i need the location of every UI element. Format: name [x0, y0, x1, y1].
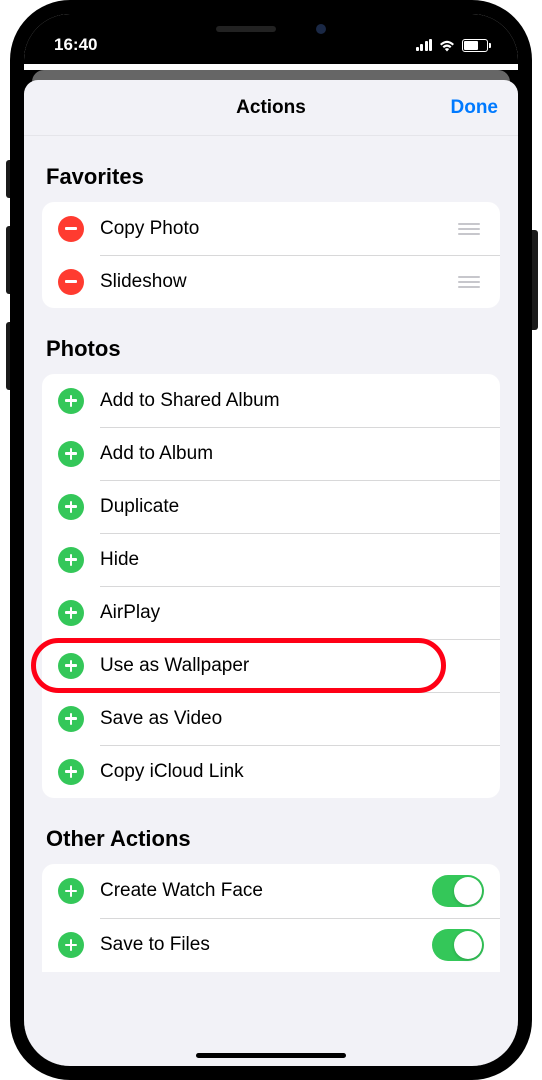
- photos-row-duplicate[interactable]: Duplicate: [42, 480, 500, 533]
- favorites-header: Favorites: [46, 164, 500, 190]
- other-row-save-to-files[interactable]: Save to Files: [42, 918, 500, 972]
- photos-card: Add to Shared Album Add to Album Duplica…: [42, 374, 500, 798]
- actions-sheet: Actions Done Favorites Copy Photo: [24, 80, 518, 1066]
- add-icon[interactable]: [58, 494, 84, 520]
- row-label: Use as Wallpaper: [100, 655, 484, 677]
- nav-title: Actions: [236, 97, 306, 119]
- wifi-icon: [438, 39, 456, 52]
- add-icon[interactable]: [58, 547, 84, 573]
- row-label: AirPlay: [100, 602, 484, 624]
- add-icon[interactable]: [58, 600, 84, 626]
- row-label: Create Watch Face: [100, 880, 432, 902]
- status-icons: [416, 39, 489, 52]
- row-label: Copy iCloud Link: [100, 761, 484, 783]
- add-icon[interactable]: [58, 932, 84, 958]
- other-actions-header: Other Actions: [46, 826, 500, 852]
- other-row-create-watch-face[interactable]: Create Watch Face: [42, 864, 500, 918]
- row-label: Add to Album: [100, 443, 484, 465]
- row-label: Save to Files: [100, 934, 432, 956]
- photos-row-copy-icloud-link[interactable]: Copy iCloud Link: [42, 745, 500, 798]
- photos-row-add-shared-album[interactable]: Add to Shared Album: [42, 374, 500, 427]
- remove-icon[interactable]: [58, 269, 84, 295]
- toggle-switch[interactable]: [432, 929, 484, 961]
- notch: [161, 14, 381, 44]
- toggle-switch[interactable]: [432, 875, 484, 907]
- favorites-card: Copy Photo Slideshow: [42, 202, 500, 308]
- add-icon[interactable]: [58, 653, 84, 679]
- nav-header: Actions Done: [24, 80, 518, 136]
- front-camera: [316, 24, 326, 34]
- add-icon[interactable]: [58, 388, 84, 414]
- reorder-handle-icon[interactable]: [454, 219, 484, 239]
- add-icon[interactable]: [58, 878, 84, 904]
- add-icon[interactable]: [58, 759, 84, 785]
- favorites-row-copy-photo[interactable]: Copy Photo: [42, 202, 500, 255]
- row-label: Hide: [100, 549, 484, 571]
- add-icon[interactable]: [58, 706, 84, 732]
- other-actions-card: Create Watch Face Save to Files: [42, 864, 500, 972]
- signal-icon: [416, 39, 433, 51]
- add-icon[interactable]: [58, 441, 84, 467]
- phone-frame: 16:40 Actions Done: [10, 0, 532, 1080]
- row-label: Slideshow: [100, 271, 454, 293]
- screen: 16:40 Actions Done: [24, 14, 518, 1066]
- photos-row-add-album[interactable]: Add to Album: [42, 427, 500, 480]
- status-time: 16:40: [54, 35, 97, 55]
- reorder-handle-icon[interactable]: [454, 272, 484, 292]
- row-label: Save as Video: [100, 708, 484, 730]
- photos-row-save-as-video[interactable]: Save as Video: [42, 692, 500, 745]
- favorites-row-slideshow[interactable]: Slideshow: [42, 255, 500, 308]
- row-label: Copy Photo: [100, 218, 454, 240]
- row-label: Duplicate: [100, 496, 484, 518]
- battery-icon: [462, 39, 488, 52]
- remove-icon[interactable]: [58, 216, 84, 242]
- photos-row-hide[interactable]: Hide: [42, 533, 500, 586]
- row-label: Add to Shared Album: [100, 390, 484, 412]
- done-button[interactable]: Done: [451, 97, 499, 119]
- home-indicator[interactable]: [196, 1053, 346, 1058]
- photos-row-use-as-wallpaper[interactable]: Use as Wallpaper: [42, 639, 500, 692]
- speaker: [216, 26, 276, 32]
- photos-header: Photos: [46, 336, 500, 362]
- power-button: [532, 230, 538, 330]
- photos-row-airplay[interactable]: AirPlay: [42, 586, 500, 639]
